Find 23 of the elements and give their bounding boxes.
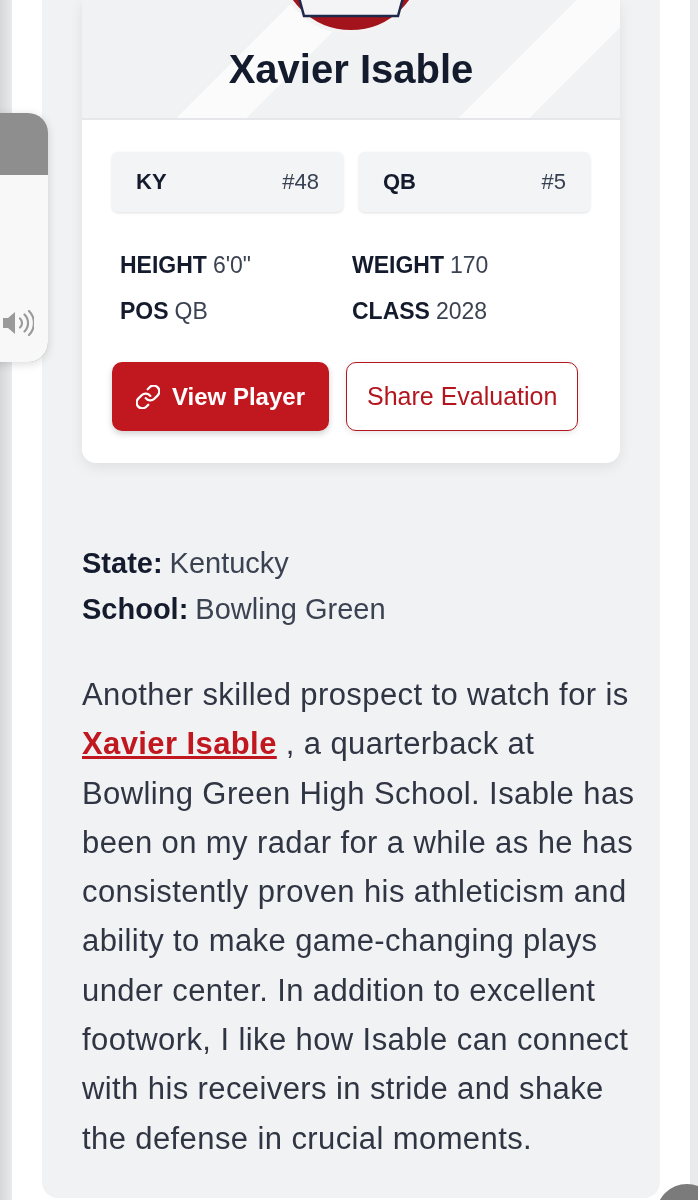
article-paragraph: Another skilled prospect to watch for is Xavier Isable , a quarterback at Bowling Green High School. Isable has been on my radar for a while as he has consistently proven his athleticism and ability to make game-changing plays under center. In addition to excellent footwork, I like how Isable can connect with his receivers in stride and shake the defense in crucial moments. — [82, 676, 636, 1158]
ranking-label: KY — [136, 169, 167, 195]
link-icon — [136, 384, 160, 409]
stat-value: QB — [174, 298, 208, 324]
player-name: Xavier Isable — [228, 46, 474, 92]
detail-value: Kentucky — [169, 547, 289, 579]
ranking-label: QB — [383, 169, 416, 195]
stat-label: POS — [120, 298, 169, 324]
ranking-number: #48 — [282, 169, 319, 195]
speaker-icon — [2, 308, 34, 338]
stat-value: 2028 — [435, 298, 488, 324]
stat-label: CLASS — [352, 298, 430, 324]
stat-label: WEIGHT — [352, 252, 444, 278]
stat-label: HEIGHT — [120, 252, 207, 278]
stat-value: 170 — [450, 252, 489, 278]
detail-value: Bowling Green — [195, 593, 386, 625]
detail-label: School: — [82, 593, 189, 625]
share-evaluation-button[interactable]: Share Evaluation — [346, 362, 579, 431]
view-player-button[interactable]: View Player — [112, 362, 329, 431]
stat-value: 6'0" — [212, 252, 252, 278]
ranking-number: #5 — [541, 169, 566, 195]
player-link[interactable]: Xavier Isable — [82, 726, 277, 762]
detail-label: State: — [82, 547, 163, 579]
